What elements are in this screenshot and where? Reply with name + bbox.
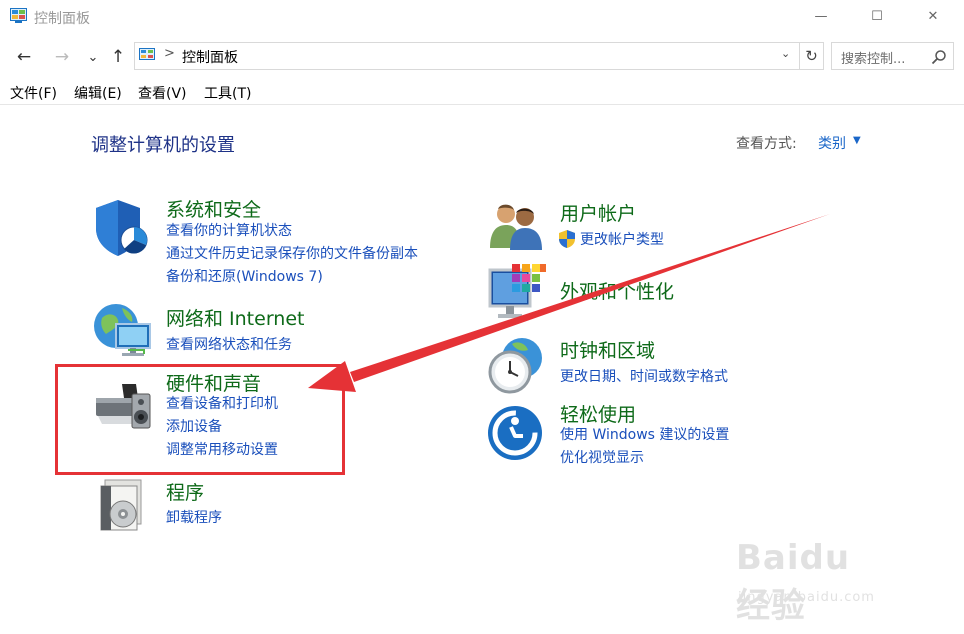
- watermark-logo-text: Baidu经验: [736, 538, 851, 626]
- watermark-url: jingyan.baidu.com: [738, 590, 875, 605]
